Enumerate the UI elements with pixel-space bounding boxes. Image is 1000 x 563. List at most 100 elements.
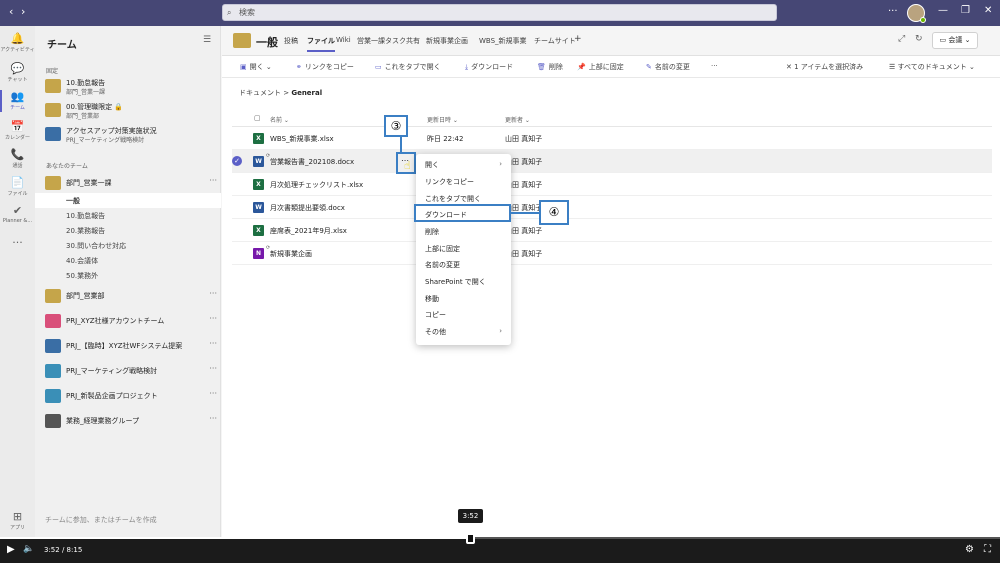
pinned-channel[interactable]: 10.勤怠報告 部門_営業一課 (45, 76, 217, 98)
menu-item-copy-link[interactable]: リンクをコピー (425, 177, 474, 187)
team-more-icon[interactable]: ··· (209, 364, 217, 373)
tab-wiki[interactable]: Wiki (336, 36, 351, 44)
expand-icon[interactable]: ⤢ (898, 34, 905, 44)
forward-icon[interactable]: › (21, 5, 25, 18)
rail-files[interactable]: 📄 ファイル (0, 176, 35, 197)
filter-icon[interactable]: ☰ (203, 35, 211, 45)
apps-icon: ⊞ (12, 510, 23, 523)
pinned-channel[interactable]: 00.管理職限定 🔒 部門_営業部 (45, 100, 217, 122)
rename-button[interactable]: ✎ 名前の変更 (646, 62, 690, 72)
menu-item-pin-top[interactable]: 上部に固定 (425, 244, 460, 254)
channel-header: 一般 投稿 ファイル Wiki 営業一課タスク共有 新規事業企画 WBS_新規事… (222, 26, 1000, 56)
team-icon (45, 414, 61, 428)
tab-new-business[interactable]: 新規事業企画 (426, 36, 468, 46)
menu-item-rename[interactable]: 名前の変更 (425, 260, 460, 270)
rail-activity[interactable]: 🔔 アクティビティ (0, 32, 35, 53)
avatar[interactable] (907, 4, 926, 23)
close-button[interactable]: ✕ (984, 5, 992, 16)
team-item[interactable]: 部門_営業一課 ··· (45, 173, 217, 195)
view-selector[interactable]: ☰ すべてのドキュメント ⌄ (889, 62, 975, 72)
restore-button[interactable]: ❐ (961, 5, 970, 16)
team-item[interactable]: PRJ_マーケティング戦略検討 ··· (45, 361, 217, 383)
chevron-right-icon: › (499, 327, 502, 335)
column-modified[interactable]: 更新日時 ⌄ (427, 115, 458, 124)
open-icon: ▣ (240, 63, 247, 71)
team-more-icon[interactable]: ··· (209, 289, 217, 298)
rail-teams[interactable]: 👥 チーム (0, 90, 35, 112)
breadcrumb-root[interactable]: ドキュメント (239, 89, 281, 97)
download-button[interactable]: ⤓ ダウンロード (465, 62, 513, 72)
rail-apps[interactable]: ⊞ アプリ (0, 510, 35, 531)
open-button[interactable]: ▣ 開く ⌄ (240, 62, 272, 72)
rail-more[interactable]: ··· (0, 236, 35, 250)
selected-channel-highlight (35, 193, 221, 208)
tab-task-share[interactable]: 営業一課タスク共有 (357, 36, 420, 46)
title-bar: ‹ › ⌕ 検索 ··· — ❐ ✕ (0, 0, 1000, 26)
tab-posts[interactable]: 投稿 (284, 36, 298, 46)
team-item[interactable]: PRJ_【臨時】XYZ社WFシステム提案 ··· (45, 336, 217, 358)
table-row[interactable]: ✓ W ⟳ 営業報告書_202108.docx 山田 真知子 (232, 150, 992, 173)
menu-item-open-sharepoint[interactable]: SharePoint で開く (425, 277, 486, 287)
refresh-icon[interactable]: ↻ (915, 34, 923, 44)
rail-chat[interactable]: 💬 チャット (0, 62, 35, 83)
tab-wbs[interactable]: WBS_新規事業 (479, 36, 527, 46)
menu-item-open-tab[interactable]: これをタブで開く (425, 194, 481, 204)
more-icon[interactable]: ··· (888, 6, 898, 17)
table-row[interactable]: X 座席表_2021年9月.xlsx 山田 真知子 (232, 219, 992, 242)
selection-count[interactable]: ✕ 1 アイテムを選択済み (786, 62, 863, 72)
team-more-icon[interactable]: ··· (209, 389, 217, 398)
table-row[interactable]: X 月次処理チェックリスト.xlsx 山田 真知子 (232, 173, 992, 196)
channel-item[interactable]: 50.業務外 (66, 271, 98, 281)
channel-item[interactable]: 40.会議体 (66, 256, 98, 266)
channel-item[interactable]: 30.問い合わせ対応 (66, 241, 126, 251)
copy-link-button[interactable]: ⚭ リンクをコピー (296, 62, 354, 72)
command-bar: ▣ 開く ⌄ ⚭ リンクをコピー ▭ これをタブで開く ⤓ ダウンロード 🗑 削除 📌 上部… (222, 56, 1000, 78)
tab-team-site[interactable]: チームサイト (534, 36, 576, 46)
pinned-section-label: 固定 (46, 68, 59, 75)
rail-calls[interactable]: 📞 通話 (0, 148, 35, 169)
team-item[interactable]: 業務_経理業務グループ ··· (45, 411, 217, 433)
settings-icon[interactable]: ⚙ (965, 544, 974, 555)
team-item[interactable]: PRJ_XYZ社様アカウントチーム ··· (45, 311, 217, 333)
menu-item-open[interactable]: 開く (425, 160, 439, 170)
pinned-channel[interactable]: アクセスアップ対策実施状況 PRJ_マーケティング戦略検討 (45, 124, 217, 146)
minimize-button[interactable]: — (938, 5, 948, 16)
tab-files[interactable]: ファイル (307, 36, 335, 52)
team-more-icon[interactable]: ··· (209, 314, 217, 323)
meet-button[interactable]: ▭ 会議 ⌄ (932, 32, 978, 49)
rail-calendar[interactable]: 📅 カレンダー (0, 120, 35, 141)
column-modified-by[interactable]: 更新者 ⌄ (505, 115, 530, 124)
team-icon (45, 339, 61, 353)
menu-item-delete[interactable]: 削除 (425, 227, 439, 237)
delete-button[interactable]: 🗑 削除 (537, 62, 563, 72)
join-create-team-link[interactable]: チームに参加、またはチームを作成 (45, 515, 157, 525)
channel-item[interactable]: 一般 (66, 196, 80, 206)
pin-top-button[interactable]: 📌 上部に固定 (577, 62, 624, 72)
rail-planner[interactable]: ✔ Planner &... (0, 204, 35, 224)
checkmark-icon[interactable]: ✓ (232, 156, 242, 166)
menu-item-copy[interactable]: コピー (425, 310, 446, 320)
table-row[interactable]: X WBS_新規事業.xlsx 昨日 22:42 山田 真知子 (232, 127, 992, 150)
channel-item[interactable]: 10.勤怠報告 (66, 211, 105, 221)
team-item[interactable]: 部門_営業部 ··· (45, 286, 217, 308)
team-more-icon[interactable]: ··· (209, 176, 217, 185)
open-in-tab-button[interactable]: ▭ これをタブで開く (375, 62, 441, 72)
step3-callout: ③ (384, 115, 408, 137)
team-item[interactable]: PRJ_新製品企画プロジェクト ··· (45, 386, 217, 408)
channel-item[interactable]: 20.業務報告 (66, 226, 105, 236)
menu-item-move[interactable]: 移動 (425, 294, 439, 304)
back-icon[interactable]: ‹ (9, 5, 13, 18)
add-tab-button[interactable]: + (574, 34, 582, 44)
column-name[interactable]: 名前 ⌄ (270, 115, 289, 124)
volume-icon[interactable]: 🔈 (23, 544, 34, 554)
scrubber-handle[interactable] (466, 533, 475, 544)
table-row[interactable]: W 月次書類提出要領.docx 山田 真知子 (232, 196, 992, 219)
menu-item-more[interactable]: その他 (425, 327, 446, 337)
team-more-icon[interactable]: ··· (209, 339, 217, 348)
play-icon[interactable]: ▶ (7, 544, 15, 555)
fullscreen-icon[interactable]: ⛶ (984, 544, 991, 555)
search-input[interactable]: ⌕ 検索 (222, 4, 777, 21)
team-more-icon[interactable]: ··· (209, 414, 217, 423)
more-commands-icon[interactable]: ··· (711, 62, 718, 70)
table-row[interactable]: N ⟳ 新規事業企画 山田 真知子 (232, 242, 992, 265)
